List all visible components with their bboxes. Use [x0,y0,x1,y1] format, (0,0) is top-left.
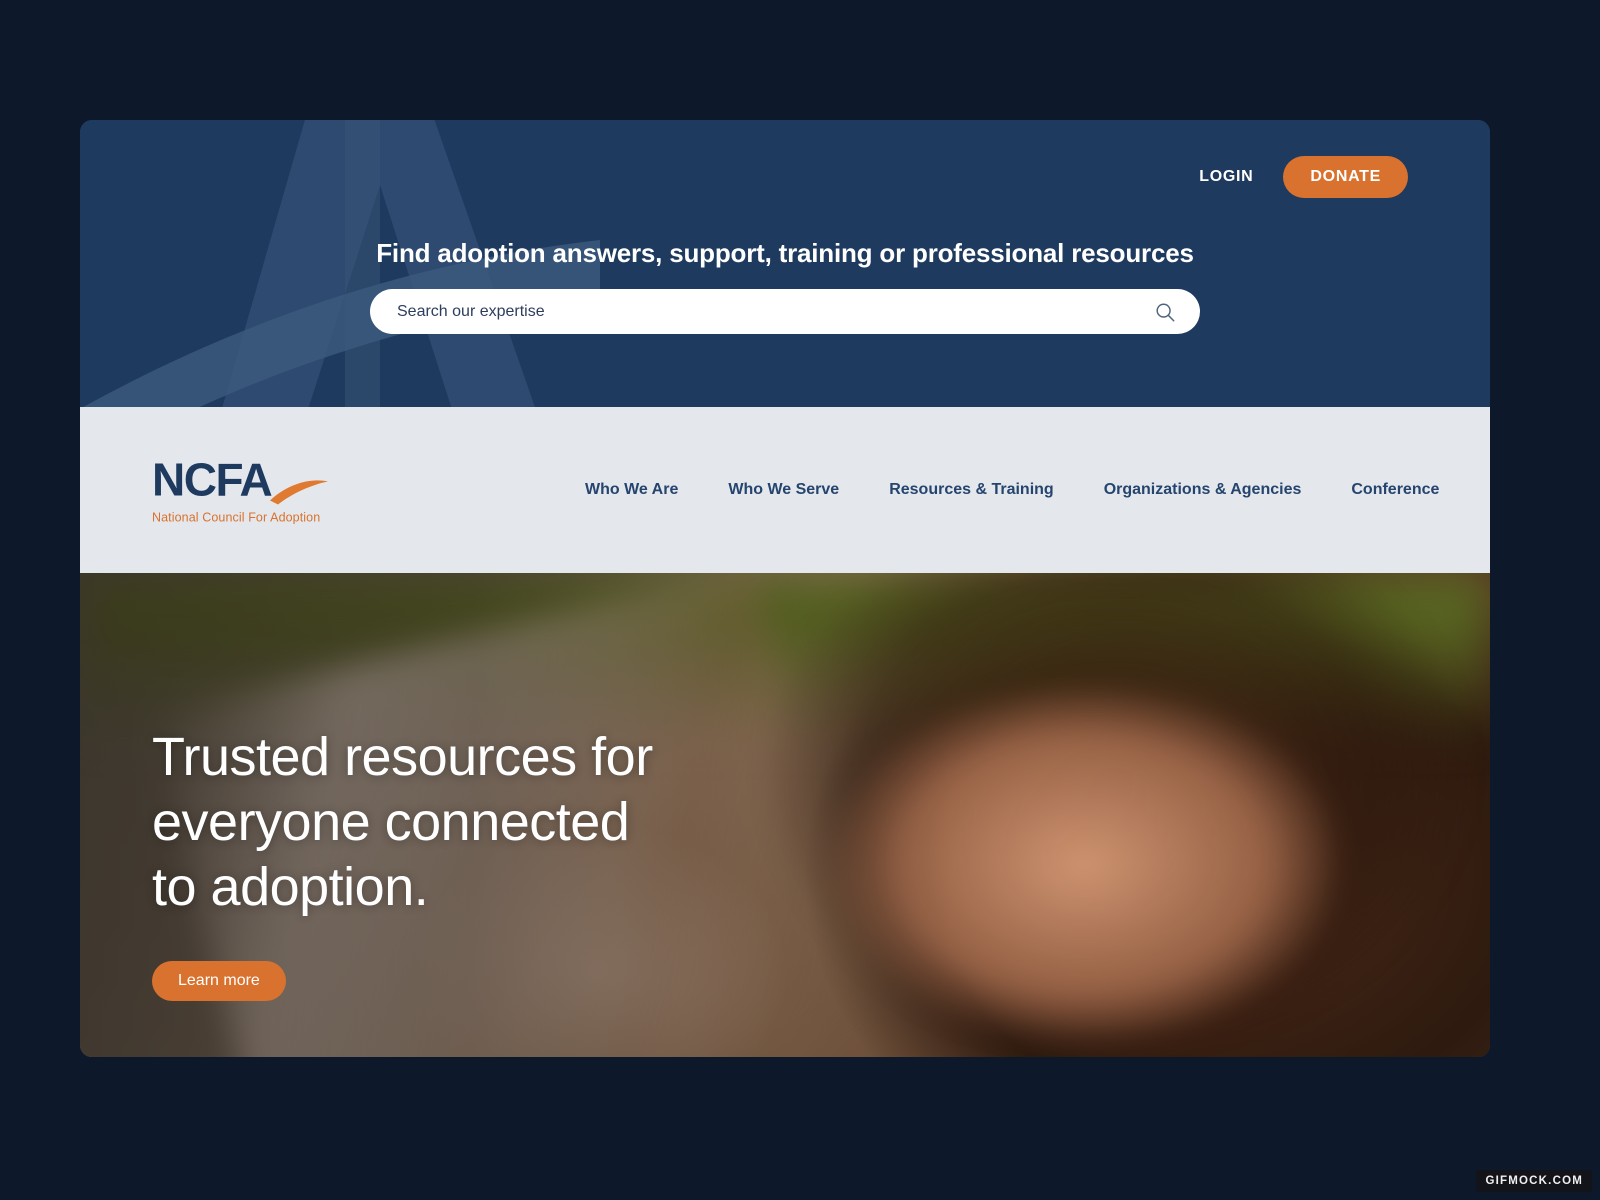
search-bar [370,289,1200,334]
ncfa-logotype: NCFA [152,456,328,506]
hero-section: Trusted resources for everyone connected… [80,573,1490,1057]
learn-more-button[interactable]: Learn more [152,961,286,1002]
donate-button[interactable]: DONATE [1283,156,1408,198]
nav-item-who-we-serve[interactable]: Who We Serve [728,481,839,499]
svg-text:NCFA: NCFA [152,456,272,506]
search-section: Find adoption answers, support, training… [80,238,1490,334]
hero-title: Trusted resources for everyone connected… [152,725,653,919]
gifmock-watermark: GIFMOCK.COM [1476,1170,1592,1192]
nav-item-conference[interactable]: Conference [1351,481,1439,499]
utility-nav: LOGIN DONATE [1199,156,1408,198]
search-icon[interactable] [1154,301,1176,323]
nav-item-who-we-are[interactable]: Who We Are [585,481,678,499]
ncfa-logo[interactable]: NCFA National Council For Adoption [152,456,342,525]
hero-content: Trusted resources for everyone connected… [152,725,653,1002]
main-navbar: NCFA National Council For Adoption Who W… [80,407,1490,573]
primary-nav: Who We Are Who We Serve Resources & Trai… [585,481,1439,499]
hero-title-line-2: everyone connected [152,791,630,852]
login-link[interactable]: LOGIN [1199,168,1253,186]
search-input[interactable] [370,289,1200,334]
top-search-band: LOGIN DONATE Find adoption answers, supp… [80,120,1490,407]
nav-item-organizations-agencies[interactable]: Organizations & Agencies [1104,481,1302,499]
hero-title-line-1: Trusted resources for [152,727,653,787]
site-card: LOGIN DONATE Find adoption answers, supp… [80,120,1490,1057]
nav-item-resources-training[interactable]: Resources & Training [889,481,1054,499]
search-heading: Find adoption answers, support, training… [376,238,1194,268]
logo-tagline: National Council For Adoption [152,510,321,525]
hero-title-line-3: to adoption. [152,856,429,917]
